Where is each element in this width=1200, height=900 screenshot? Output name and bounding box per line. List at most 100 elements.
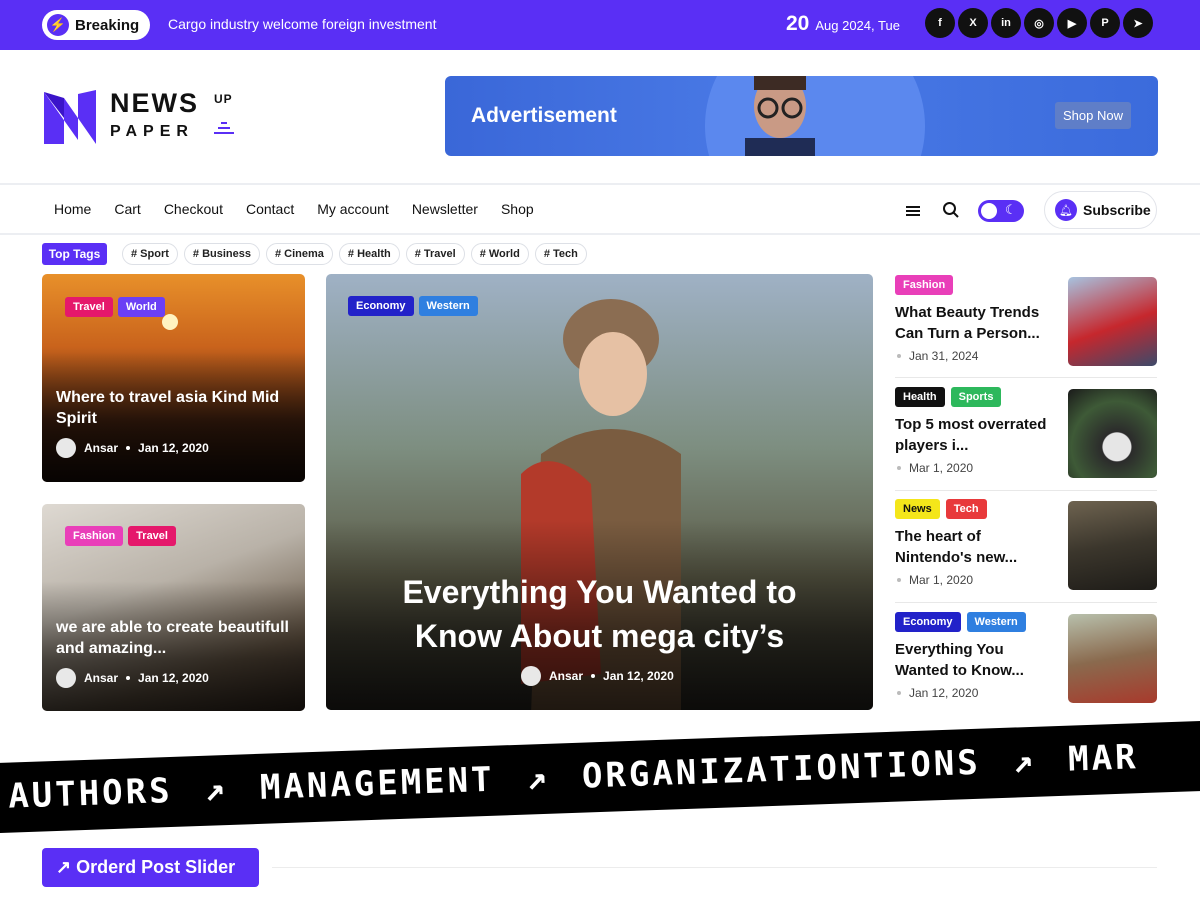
marquee-band: AUTHORS ↗ MANAGEMENT ↗ ORGANIZATIONTIONS ↗ MAR xyxy=(0,720,1200,834)
post-meta: Ansar Jan 12, 2020 xyxy=(56,438,209,458)
subscribe-button[interactable]: 🔔︎ Subscribe xyxy=(1044,191,1157,229)
badge-sports[interactable]: Sports xyxy=(950,387,1002,407)
author-name: Ansar xyxy=(84,671,119,685)
nav-item-shop[interactable]: Shop xyxy=(501,201,534,217)
nav-item-my-account[interactable]: My account xyxy=(317,201,389,217)
social-links: f X in ◎ ▶ P ➤ xyxy=(925,8,1153,38)
badge-western[interactable]: Western xyxy=(966,612,1026,632)
marquee-word: AUTHORS xyxy=(7,770,174,817)
badge-health[interactable]: Health xyxy=(895,387,945,407)
badge-economy[interactable]: Economy xyxy=(895,612,961,632)
post-thumbnail[interactable] xyxy=(1068,501,1157,590)
featured-post-title[interactable]: Everything You Wanted to Know About mega… xyxy=(356,570,843,658)
linkedin-icon[interactable]: in xyxy=(991,8,1021,38)
list-divider xyxy=(895,377,1157,378)
list-item[interactable]: News Tech The heart of Nintendo's new...… xyxy=(895,499,1157,590)
list-item[interactable]: Fashion What Beauty Trends Can Turn a Pe… xyxy=(895,275,1157,366)
author-name: Ansar xyxy=(549,669,584,683)
badge-travel[interactable]: Travel xyxy=(65,297,113,317)
post-title[interactable]: Everything You Wanted to Know... xyxy=(895,639,1055,681)
meta-separator xyxy=(897,578,901,582)
top-tags-label: Top Tags xyxy=(42,243,107,265)
list-item[interactable]: Economy Western Everything You Wanted to… xyxy=(895,612,1157,703)
nav-menu: Home Cart Checkout Contact My account Ne… xyxy=(54,201,534,217)
tag-tech[interactable]: # Tech xyxy=(534,243,587,265)
marquee-word: MAR xyxy=(1067,737,1140,780)
post-card[interactable]: Fashion Travel we are able to create bea… xyxy=(42,504,305,711)
badge-western[interactable]: Western xyxy=(418,296,478,316)
ordered-post-slider-heading[interactable]: ↗ Orderd Post Slider xyxy=(42,848,259,887)
post-title[interactable]: The heart of Nintendo's new... xyxy=(895,526,1055,568)
menu-icon[interactable] xyxy=(906,205,920,217)
tag-health[interactable]: # Health xyxy=(338,243,400,265)
pinterest-icon[interactable]: P xyxy=(1090,8,1120,38)
youtube-icon[interactable]: ▶ xyxy=(1057,8,1087,38)
tag-cinema[interactable]: # Cinema xyxy=(266,243,333,265)
post-title[interactable]: What Beauty Trends Can Turn a Person... xyxy=(895,302,1055,344)
telegram-icon[interactable]: ➤ xyxy=(1123,8,1153,38)
tag-travel[interactable]: # Travel xyxy=(405,243,465,265)
badge-economy[interactable]: Economy xyxy=(348,296,414,316)
author-name: Ansar xyxy=(84,441,119,455)
facebook-icon[interactable]: f xyxy=(925,8,955,38)
post-thumbnail[interactable] xyxy=(1068,277,1157,366)
post-card[interactable]: Travel World Where to travel asia Kind M… xyxy=(42,274,305,482)
post-date: Jan 31, 2024 xyxy=(909,349,979,363)
tag-sport[interactable]: # Sport xyxy=(122,243,178,265)
list-item[interactable]: Health Sports Top 5 most overrated playe… xyxy=(895,387,1157,478)
dark-mode-toggle[interactable]: ☾ xyxy=(978,200,1024,222)
logo-up-text: UP xyxy=(214,92,233,106)
avatar xyxy=(56,668,76,688)
date-month-year: Aug 2024, Tue xyxy=(815,18,900,33)
advertisement-banner[interactable]: Advertisement Shop Now xyxy=(445,76,1158,156)
site-logo[interactable]: NEWS UP PAPER xyxy=(42,86,242,148)
breaking-badge[interactable]: ⚡ Breaking xyxy=(42,10,150,40)
shop-now-button[interactable]: Shop Now xyxy=(1055,102,1131,129)
post-thumbnail[interactable] xyxy=(1068,614,1157,703)
badge-fashion[interactable]: Fashion xyxy=(65,526,124,546)
badge-travel[interactable]: Travel xyxy=(128,526,176,546)
badge-tech[interactable]: Tech xyxy=(945,499,987,519)
logo-paper-text: PAPER xyxy=(110,123,194,140)
nav-item-contact[interactable]: Contact xyxy=(246,201,294,217)
current-date: 20 Aug 2024, Tue xyxy=(786,12,900,36)
avatar xyxy=(56,438,76,458)
post-thumbnail[interactable] xyxy=(1068,389,1157,478)
post-date: Mar 1, 2020 xyxy=(909,573,974,587)
marquee-word: ORGANIZATIONTIONS xyxy=(581,742,982,797)
post-title[interactable]: Top 5 most overrated players i... xyxy=(895,414,1055,456)
marquee-word: MANAGEMENT xyxy=(259,759,496,808)
ad-title: Advertisement xyxy=(471,104,617,127)
top-tags-list: # Sport # Business # Cinema # Health # T… xyxy=(122,243,587,265)
nav-item-newsletter[interactable]: Newsletter xyxy=(412,201,478,217)
ad-model-image xyxy=(745,76,815,156)
category-badges: Economy Western xyxy=(348,296,478,316)
search-icon[interactable] xyxy=(942,201,960,219)
date-day: 20 xyxy=(786,12,810,35)
featured-post-card[interactable]: Economy Western Everything You Wanted to… xyxy=(326,274,873,710)
nav-item-cart[interactable]: Cart xyxy=(114,201,140,217)
post-title[interactable]: we are able to create beautifull and ama… xyxy=(56,617,296,659)
bolt-icon: ⚡ xyxy=(47,14,69,36)
post-date: Jan 12, 2020 xyxy=(138,671,209,685)
logo-stripes-icon xyxy=(214,122,234,134)
logo-mark-icon xyxy=(44,90,96,144)
tag-business[interactable]: # Business xyxy=(183,243,260,265)
nav-item-checkout[interactable]: Checkout xyxy=(164,201,223,217)
meta-separator xyxy=(897,354,901,358)
post-title[interactable]: Where to travel asia Kind Mid Spirit xyxy=(56,387,296,429)
badge-fashion[interactable]: Fashion xyxy=(895,275,954,295)
main-navigation: Home Cart Checkout Contact My account Ne… xyxy=(0,183,1200,235)
tag-world[interactable]: # World xyxy=(470,243,529,265)
post-meta: Ansar Jan 12, 2020 xyxy=(56,668,209,688)
breaking-news-ticker[interactable]: Cargo industry welcome foreign investmen… xyxy=(168,16,436,32)
subscribe-label: Subscribe xyxy=(1083,202,1151,218)
top-bar: ⚡ Breaking Cargo industry welcome foreig… xyxy=(0,0,1200,50)
badge-world[interactable]: World xyxy=(117,297,165,317)
x-icon[interactable]: X xyxy=(958,8,988,38)
badge-news[interactable]: News xyxy=(895,499,940,519)
category-badges: Travel World xyxy=(65,297,165,317)
instagram-icon[interactable]: ◎ xyxy=(1024,8,1054,38)
post-meta: Ansar Jan 12, 2020 xyxy=(521,666,674,686)
nav-item-home[interactable]: Home xyxy=(54,201,91,217)
